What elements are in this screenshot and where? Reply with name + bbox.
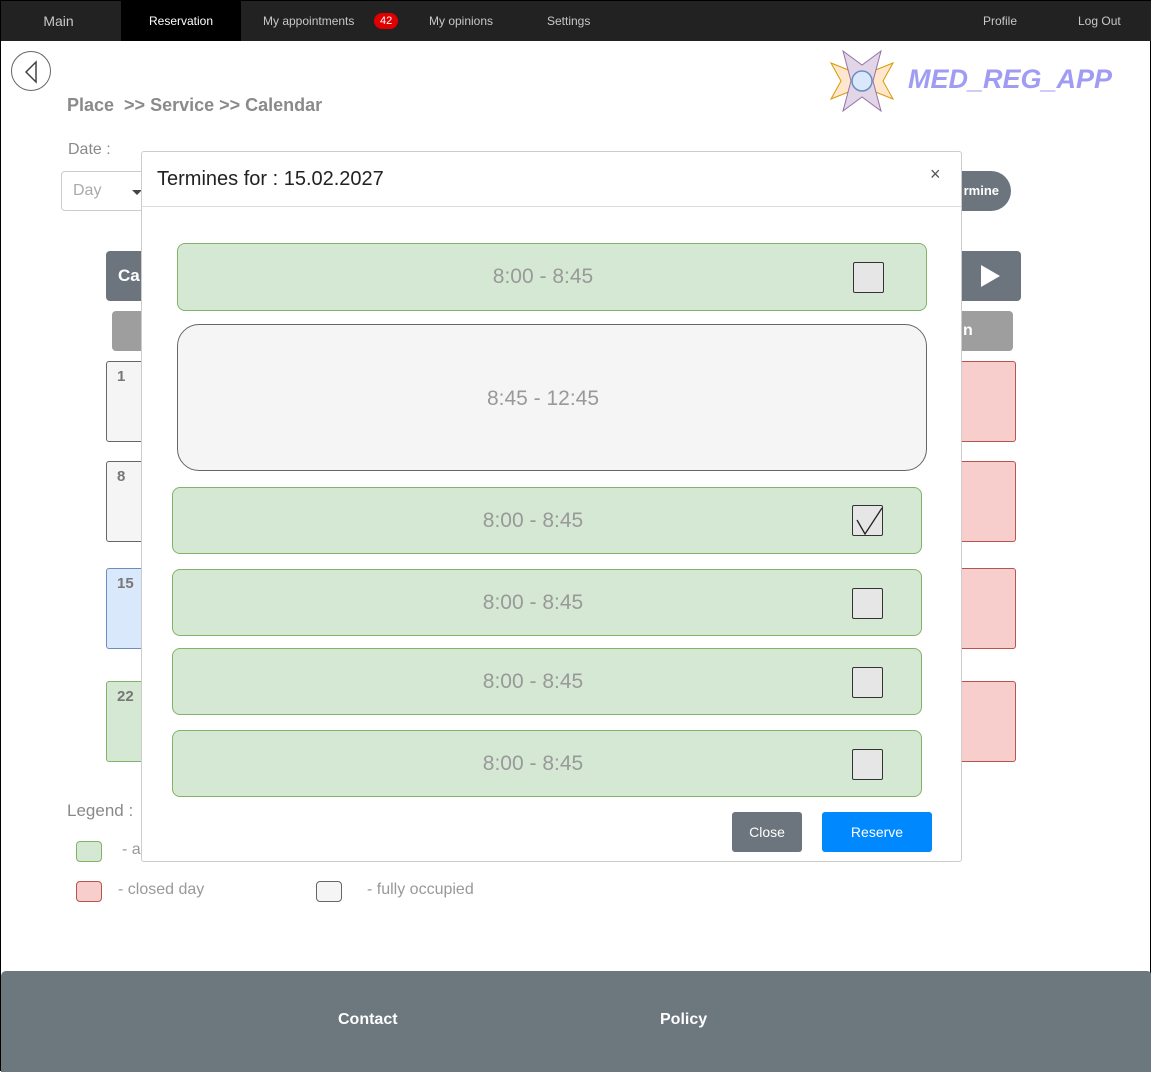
close-icon[interactable]: × [930, 164, 941, 185]
slot-time: 8:00 - 8:45 [482, 752, 584, 775]
calendar-day-cell-closed[interactable] [956, 461, 1016, 542]
calendar-day-cell-closed[interactable] [956, 361, 1016, 442]
nav-profile[interactable]: Profile [983, 1, 1017, 41]
footer-policy-link[interactable]: Policy [660, 1011, 707, 1029]
slot-time: 8:00 - 8:45 [482, 509, 584, 532]
legend-title: Legend : [67, 801, 134, 820]
date-label: Date : [68, 141, 111, 158]
legend-available-text: - a [122, 841, 141, 858]
calendar-day-cell-closed[interactable] [956, 568, 1016, 649]
nav-my-appointments[interactable]: My appointments [263, 1, 354, 41]
breadcrumb: Place >> Service >> Calendar [67, 95, 323, 115]
time-slot-selected[interactable]: 8:00 - 8:45 [172, 487, 922, 554]
time-slot[interactable]: 8:00 - 8:45 [172, 569, 922, 636]
app-name: MED_REG_APP [908, 64, 1113, 94]
close-button[interactable]: Close [732, 812, 802, 852]
day-select-value: Day [73, 182, 102, 199]
time-slot-occupied: 8:45 - 12:45 [177, 324, 927, 471]
legend-occupied-text: - fully occupied [367, 881, 474, 898]
day-number: 1 [117, 368, 126, 385]
time-slot[interactable]: 8:00 - 8:45 [172, 648, 922, 715]
slot-checkbox[interactable] [852, 667, 883, 698]
calendar-day-cell-closed[interactable] [956, 681, 1016, 762]
slot-time: 8:00 - 8:45 [482, 670, 584, 693]
nav-logout[interactable]: Log Out [1078, 1, 1121, 41]
slot-checkbox[interactable] [852, 588, 883, 619]
slot-time: 8:00 - 8:45 [482, 591, 584, 614]
nav-my-opinions[interactable]: My opinions [429, 1, 493, 41]
calendar-next-button[interactable] [961, 251, 1021, 301]
app-logo-icon [829, 49, 895, 113]
slot-checkbox-checked[interactable] [852, 505, 883, 536]
chevron-left-icon [24, 60, 37, 84]
day-number: 15 [117, 575, 134, 592]
slot-checkbox[interactable] [853, 262, 884, 293]
checkmark-icon [856, 507, 883, 536]
slot-time: 8:45 - 12:45 [486, 387, 600, 410]
day-select[interactable]: Day [61, 171, 151, 211]
legend-swatch-closed [76, 881, 102, 902]
legend-swatch-available [76, 841, 102, 862]
modal-title: Termines for : 15.02.2027 [157, 168, 384, 190]
nav-main[interactable]: Main [1, 1, 116, 41]
termines-modal: Termines for : 15.02.2027 × 8:00 - 8:45 … [141, 151, 962, 862]
slot-time: 8:00 - 8:45 [492, 265, 594, 288]
modal-divider [142, 206, 961, 207]
footer: Contact Policy [1, 971, 1151, 1072]
footer-contact-link[interactable]: Contact [338, 1011, 398, 1029]
appointments-count-badge: 42 [374, 13, 399, 29]
time-slot[interactable]: 8:00 - 8:45 [172, 730, 922, 797]
nav-settings[interactable]: Settings [547, 1, 590, 41]
legend-swatch-occupied [316, 881, 342, 902]
reserve-button[interactable]: Reserve [822, 812, 932, 852]
time-slot[interactable]: 8:00 - 8:45 [177, 243, 927, 311]
back-button[interactable] [11, 51, 51, 91]
legend-closed-text: - closed day [118, 881, 205, 898]
top-nav: Main Reservation My appointments 42 My o… [1, 1, 1151, 41]
nav-reservation[interactable]: Reservation [121, 1, 241, 41]
day-number: 22 [117, 688, 134, 705]
slot-checkbox[interactable] [852, 749, 883, 780]
play-right-icon [981, 265, 1000, 287]
day-number: 8 [117, 468, 126, 485]
